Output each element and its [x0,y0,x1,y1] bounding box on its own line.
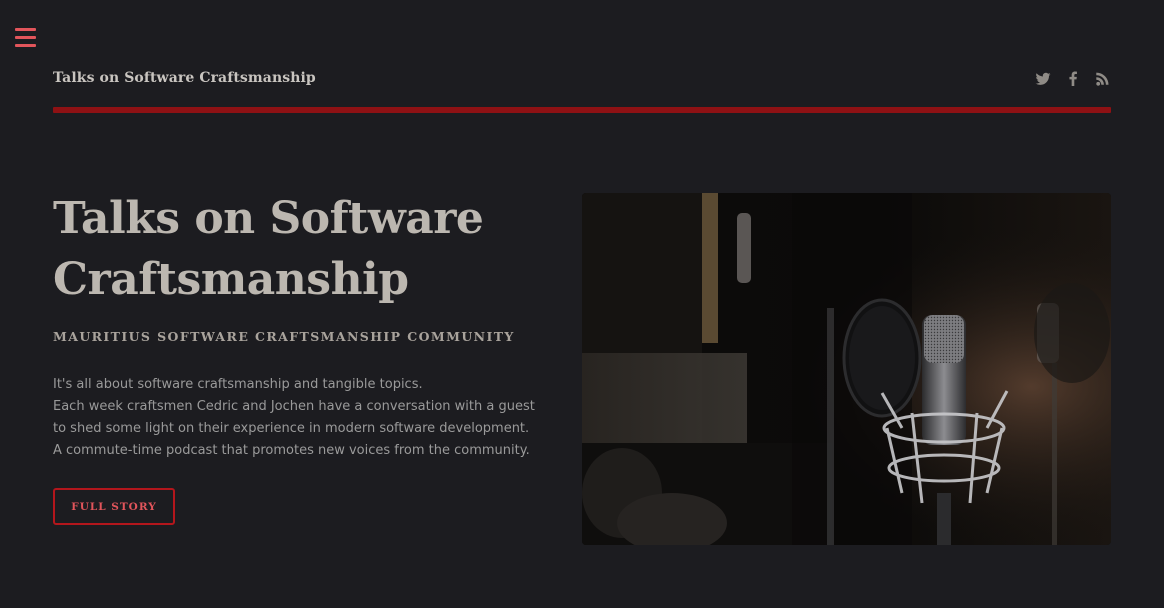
hamburger-menu-icon[interactable] [15,27,37,47]
hero-title: Talks on Software Craftsmanship [53,193,484,305]
hero-image [582,193,1111,545]
social-links [1035,70,1111,88]
hero-description: It's all about software craftsmanship an… [53,374,538,462]
full-story-button[interactable]: FULL STORY [53,488,175,525]
twitter-icon[interactable] [1035,70,1051,88]
hero-paragraph: It's all about software craftsmanship an… [53,377,423,392]
hero-subtitle: MAURITIUS SOFTWARE CRAFTSMANSHIP COMMUNI… [53,329,515,344]
menu-bar [15,44,36,47]
menu-bar [15,36,36,39]
rss-icon[interactable] [1095,70,1111,88]
site-title-link[interactable]: Talks on Software Craftsmanship [53,70,316,86]
facebook-icon[interactable] [1065,70,1081,88]
menu-bar [15,28,36,31]
header-divider [53,107,1111,113]
hero-paragraph: Each week craftsmen Cedric and Jochen ha… [53,399,535,458]
